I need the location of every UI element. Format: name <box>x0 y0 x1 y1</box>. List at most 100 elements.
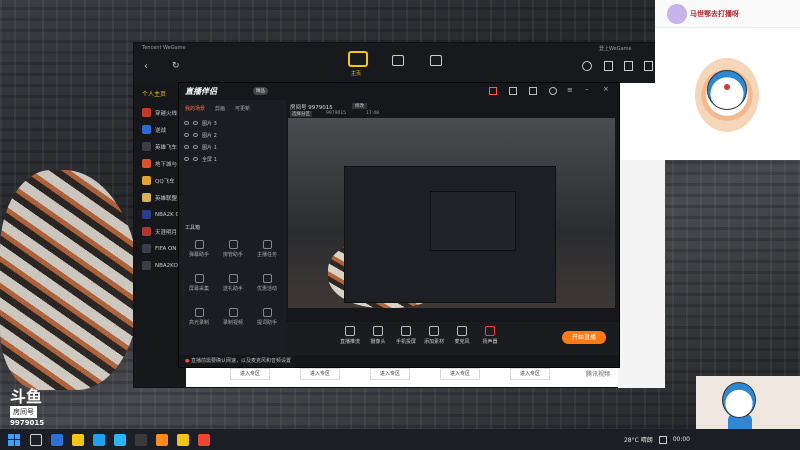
lock-icon[interactable] <box>193 157 198 161</box>
refresh-icon[interactable]: ↻ <box>172 61 180 71</box>
taskview-icon[interactable] <box>51 433 63 446</box>
game-icon <box>142 244 151 253</box>
notice-text: 直播前需要确认网速，以及麦克风和音频设置 <box>190 358 291 364</box>
message-icon[interactable] <box>509 87 517 95</box>
game-label: NBA2KO <box>155 262 178 269</box>
tool-item[interactable]: 高光录制 <box>187 308 211 326</box>
globe-icon[interactable] <box>582 61 592 71</box>
room-info: 房间号 9979015 <box>290 105 333 111</box>
tool-item[interactable]: 主播任务 <box>255 240 279 258</box>
tab-updates[interactable]: 可更新 <box>235 105 250 112</box>
cam-panel: 马世鄂去打播呀 <box>655 0 800 160</box>
toolbox-label: 工具箱 <box>185 225 201 231</box>
eye-icon[interactable] <box>184 133 189 137</box>
taskbar: 28°C 晴朗 00:00 <box>0 429 800 450</box>
back-icon[interactable]: ‹ <box>144 61 148 72</box>
source-label: 全屏 1 <box>202 156 217 163</box>
live-main-panel: 房间号 9979015 修改 选择分区 9979015 17:48 <box>286 100 619 355</box>
enter-zone-button[interactable]: 进入专区 <box>440 368 480 380</box>
source-item[interactable]: 图片 2 <box>179 129 286 141</box>
start-live-button[interactable]: 开始直播 <box>562 331 606 344</box>
gift-icon[interactable] <box>489 87 497 95</box>
enter-zone-button[interactable]: 进入专区 <box>300 368 340 380</box>
control-item[interactable]: 麦克风 <box>448 326 476 345</box>
weather[interactable]: 28°C 晴朗 <box>624 435 653 444</box>
cam-header: 马世鄂去打播呀 <box>655 0 800 28</box>
enter-zone-button[interactable]: 进入专区 <box>230 368 270 380</box>
enter-zone-button[interactable]: 进入专区 <box>370 368 410 380</box>
tool-label: 高光录制 <box>188 320 209 326</box>
warning-icon: ● <box>185 358 190 364</box>
live-left-panel: 我的场景 剪画 可更新 图片 3 图片 2 图片 1 全屏 1 工具箱 弹幕助手 房管助… <box>179 100 286 355</box>
tab-clips[interactable]: 剪画 <box>215 105 225 112</box>
video-tab-icon[interactable] <box>430 55 442 66</box>
tab-home[interactable]: 主页 <box>351 70 361 77</box>
source-item[interactable]: 全屏 1 <box>179 153 286 165</box>
tool-item[interactable]: 提词助手 <box>255 308 279 326</box>
control-item[interactable]: 摄像头 <box>364 326 392 345</box>
tab-scenes[interactable]: 我的场景 <box>185 105 205 112</box>
store-icon[interactable] <box>624 61 633 71</box>
home-tab-icon[interactable] <box>348 51 368 67</box>
clock[interactable]: 00:00 <box>673 436 690 443</box>
live-brand: 直播伴侣 <box>185 87 217 96</box>
edge-icon[interactable] <box>93 433 105 446</box>
lock-icon[interactable] <box>193 145 198 149</box>
recorder-icon[interactable] <box>198 433 210 446</box>
live-app-icon[interactable] <box>156 433 168 446</box>
explorer-icon[interactable] <box>72 433 84 446</box>
tool-item[interactable]: 优惠活动 <box>255 274 279 292</box>
stream-preview[interactable] <box>288 118 615 308</box>
source-item[interactable]: 图片 3 <box>179 117 286 129</box>
tool-item[interactable]: 录制视频 <box>221 308 245 326</box>
control-item[interactable]: 直播推流 <box>336 326 364 345</box>
close-icon[interactable]: × <box>603 85 609 93</box>
tool-item[interactable]: 弹幕助手 <box>187 240 211 258</box>
lock-icon[interactable] <box>193 133 198 137</box>
tool-label: 送礼助手 <box>222 286 243 292</box>
bell-icon[interactable] <box>549 87 557 95</box>
brand-badge[interactable]: 精品 <box>253 87 268 95</box>
game-label: 英雄飞车 <box>155 144 178 151</box>
control-item[interactable]: 扬声器 <box>476 326 504 345</box>
control-item[interactable]: 手机投屏 <box>392 326 420 345</box>
eye-icon[interactable] <box>184 145 189 149</box>
control-bar: 直播推流 摄像头 手机投屏 添加素材 麦克风 扬声器 开始直播 <box>286 322 619 355</box>
source-label: 图片 1 <box>202 144 217 151</box>
tool-item[interactable]: 屏幕采集 <box>187 274 211 292</box>
tool-item[interactable]: 房管助手 <box>221 240 245 258</box>
lock-icon[interactable] <box>193 121 198 125</box>
control-item[interactable]: 添加素材 <box>420 326 448 345</box>
eye-icon[interactable] <box>184 121 189 125</box>
source-label: 图片 2 <box>202 132 217 139</box>
store-tab-icon[interactable] <box>392 55 404 66</box>
category-select[interactable]: 选择分区 <box>290 111 312 117</box>
enter-zone-button[interactable]: 进入专区 <box>510 368 550 380</box>
tencent-content-panel <box>618 160 665 388</box>
douyu-logo: 斗鱼 <box>10 387 43 406</box>
menu-icon[interactable]: ≡ <box>567 86 573 94</box>
share-icon[interactable] <box>529 87 537 95</box>
files-icon[interactable] <box>604 61 613 71</box>
search-icon[interactable] <box>30 433 42 446</box>
tool-label: 弹幕助手 <box>188 252 209 258</box>
tool-label: 屏幕采集 <box>188 286 209 292</box>
login-link[interactable]: 登上WeGame <box>599 45 632 52</box>
tool-item[interactable]: 送礼助手 <box>221 274 245 292</box>
tool-icon <box>228 308 238 317</box>
status-time: 17:48 <box>366 111 379 116</box>
browser-icon[interactable] <box>114 433 126 446</box>
minimize-icon[interactable]: – <box>585 85 589 93</box>
eye-icon[interactable] <box>184 157 189 161</box>
game-label: 逆战 <box>155 127 167 134</box>
network-icon[interactable] <box>658 435 667 444</box>
gift-icon[interactable] <box>644 61 653 71</box>
doraemon-face <box>707 70 747 110</box>
windows-start-icon[interactable] <box>8 433 20 446</box>
edit-button[interactable]: 修改 <box>352 103 367 109</box>
game-icon <box>142 176 151 185</box>
source-item[interactable]: 图片 1 <box>179 141 286 153</box>
tool-icon <box>262 274 272 283</box>
wegame-icon[interactable] <box>177 433 189 446</box>
app-icon[interactable] <box>135 433 147 446</box>
